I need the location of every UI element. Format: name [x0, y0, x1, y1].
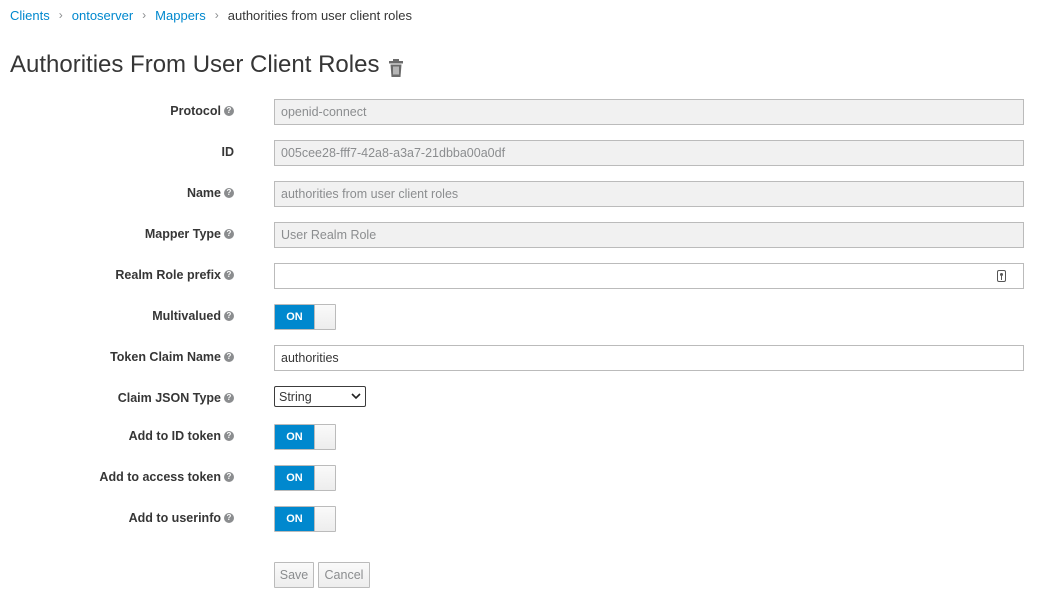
add-to-access-token-toggle[interactable]: ON	[274, 465, 336, 491]
token-claim-name-input[interactable]: authorities	[274, 345, 1024, 371]
toggle-on-label: ON	[275, 507, 314, 531]
multivalued-label: Multivalued ?	[152, 309, 234, 323]
realm-role-prefix-input[interactable]	[274, 263, 1024, 289]
help-icon[interactable]: ?	[224, 393, 234, 403]
add-to-userinfo-label-text: Add to userinfo	[128, 511, 221, 525]
breadcrumb-separator: ›	[214, 8, 219, 22]
claim-json-type-label: Claim JSON Type ?	[118, 391, 234, 405]
breadcrumb-clients-link[interactable]: Clients	[10, 8, 50, 23]
claim-json-type-select[interactable]: String	[274, 386, 366, 407]
name-label-text: Name	[186, 186, 221, 200]
protocol-field: openid-connect	[274, 99, 1024, 125]
toggle-on-label: ON	[275, 425, 314, 449]
protocol-label: Protocol ?	[170, 104, 234, 118]
name-value: authorities from user client roles	[281, 187, 459, 201]
add-to-id-token-label: Add to ID token ?	[129, 429, 234, 443]
breadcrumb-separator: ›	[58, 8, 63, 22]
help-icon[interactable]: ?	[224, 352, 234, 362]
help-icon[interactable]: ?	[224, 106, 234, 116]
add-to-access-token-label: Add to access token ?	[99, 470, 234, 484]
protocol-label-text: Protocol	[170, 104, 221, 118]
toggle-knob	[314, 425, 335, 449]
mapper-type-field: User Realm Role	[274, 222, 1024, 248]
help-icon[interactable]: ?	[224, 270, 234, 280]
help-icon[interactable]: ?	[224, 311, 234, 321]
help-icon[interactable]: ?	[224, 472, 234, 482]
toggle-knob	[314, 305, 335, 329]
page-title: Authorities From User Client Roles	[10, 51, 380, 78]
help-icon[interactable]: ?	[224, 229, 234, 239]
toggle-on-label: ON	[275, 466, 314, 490]
trash-icon[interactable]	[388, 56, 404, 77]
name-field: authorities from user client roles	[274, 181, 1024, 207]
save-button[interactable]: Save	[274, 562, 314, 588]
toggle-on-label: ON	[275, 305, 314, 329]
id-label-text: ID	[221, 145, 235, 159]
token-claim-name-label-text: Token Claim Name	[110, 350, 221, 364]
page-title-row: Authorities From User Client Roles	[10, 51, 404, 79]
breadcrumb-separator: ›	[142, 8, 147, 22]
token-claim-name-value: authorities	[281, 351, 339, 365]
id-label: ID	[222, 145, 235, 159]
name-label: Name ?	[187, 186, 234, 200]
breadcrumb-client-link[interactable]: ontoserver	[72, 8, 133, 23]
breadcrumb: Clients › ontoserver › Mappers › authori…	[10, 7, 412, 23]
id-field: 005cee28-fff7-42a8-a3a7-21dbba00a0df	[274, 140, 1024, 166]
id-value: 005cee28-fff7-42a8-a3a7-21dbba00a0df	[281, 146, 506, 160]
realm-role-prefix-label-text: Realm Role prefix	[115, 268, 221, 282]
breadcrumb-mappers-link[interactable]: Mappers	[155, 8, 206, 23]
key-icon[interactable]	[997, 270, 1006, 282]
breadcrumb-current: authorities from user client roles	[227, 7, 412, 23]
help-icon[interactable]: ?	[224, 431, 234, 441]
token-claim-name-label: Token Claim Name ?	[110, 350, 234, 364]
help-icon[interactable]: ?	[224, 513, 234, 523]
multivalued-toggle[interactable]: ON	[274, 304, 336, 330]
cancel-button[interactable]: Cancel	[318, 562, 370, 588]
toggle-knob	[314, 507, 335, 531]
realm-role-prefix-label: Realm Role prefix ?	[115, 268, 234, 282]
add-to-userinfo-label: Add to userinfo ?	[129, 511, 234, 525]
multivalued-label-text: Multivalued	[152, 309, 221, 323]
add-to-id-token-label-text: Add to ID token	[128, 429, 221, 443]
add-to-id-token-toggle[interactable]: ON	[274, 424, 336, 450]
mapper-type-label-text: Mapper Type	[144, 227, 221, 241]
help-icon[interactable]: ?	[224, 188, 234, 198]
mapper-type-label: Mapper Type ?	[145, 227, 234, 241]
claim-json-type-value: String	[279, 389, 312, 404]
add-to-userinfo-toggle[interactable]: ON	[274, 506, 336, 532]
toggle-knob	[314, 466, 335, 490]
add-to-access-token-label-text: Add to access token	[99, 470, 221, 484]
protocol-value: openid-connect	[281, 105, 367, 119]
claim-json-type-label-text: Claim JSON Type	[117, 391, 221, 405]
mapper-type-value: User Realm Role	[281, 228, 377, 242]
chevron-down-icon	[351, 393, 361, 400]
